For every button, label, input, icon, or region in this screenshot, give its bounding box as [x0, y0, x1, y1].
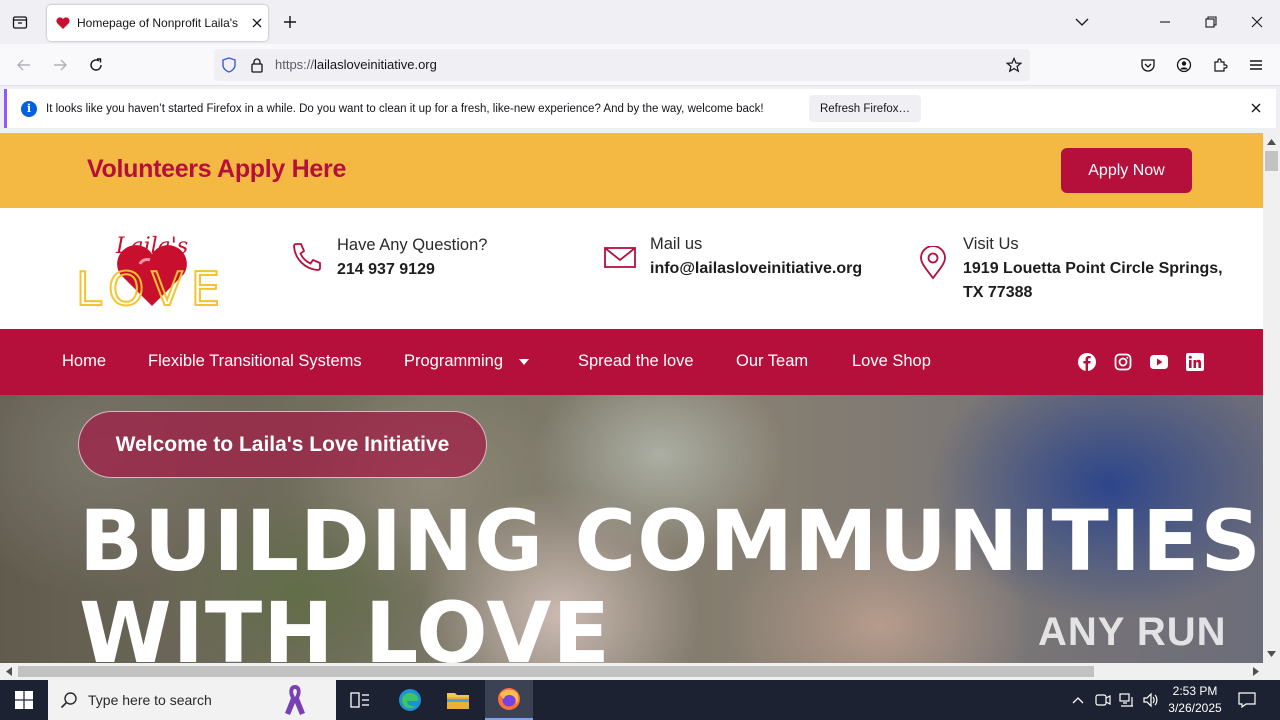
- tab-close-icon[interactable]: [247, 13, 267, 33]
- hamburger-menu-icon[interactable]: [1244, 53, 1268, 77]
- tray-chevron-up-icon[interactable]: [1069, 691, 1087, 709]
- location-pin-icon: [920, 246, 946, 280]
- close-window-icon[interactable]: [1245, 10, 1269, 34]
- linkedin-icon[interactable]: [1185, 352, 1205, 372]
- heart-favicon-icon: [55, 15, 71, 31]
- meet-now-icon[interactable]: [1094, 691, 1112, 709]
- pocket-icon[interactable]: [1136, 53, 1160, 77]
- contact-mail-value[interactable]: info@lailasloveinitiative.org: [650, 257, 862, 281]
- url-bar[interactable]: https://lailasloveinitiative.org: [214, 49, 1030, 81]
- facebook-icon[interactable]: [1077, 352, 1097, 372]
- restore-window-icon[interactable]: [1199, 10, 1223, 34]
- tracking-shield-icon[interactable]: [220, 56, 238, 74]
- info-icon: i: [21, 100, 37, 117]
- contact-phone-value[interactable]: 214 937 9129: [337, 258, 435, 282]
- clock-date: 3/26/2025: [1168, 701, 1222, 715]
- logo-word: LOVE: [76, 262, 228, 310]
- refresh-firefox-button[interactable]: Refresh Firefox…: [809, 95, 921, 122]
- network-icon[interactable]: [1118, 691, 1136, 709]
- main-navigation-menu: Home Flexible Transitional Systems Progr…: [0, 329, 1263, 395]
- volunteer-title: Volunteers Apply Here: [87, 155, 347, 183]
- dropdown-caret-icon: [518, 359, 529, 365]
- search-placeholder: Type here to search: [88, 692, 212, 708]
- contact-address-heading: Visit Us: [963, 235, 1019, 253]
- menu-programming[interactable]: Programming: [404, 352, 530, 371]
- menu-our-team[interactable]: Our Team: [736, 352, 808, 371]
- clock-time: 2:53 PM: [1172, 684, 1218, 698]
- url-protocol: https://: [275, 57, 315, 72]
- navigation-toolbar: https://lailasloveinitiative.org: [0, 44, 1280, 86]
- back-arrow-icon[interactable]: [12, 53, 36, 77]
- contact-mail-heading: Mail us: [650, 235, 703, 253]
- active-tab[interactable]: Homepage of Nonprofit Laila's Love: [47, 5, 268, 41]
- search-icon: [60, 692, 77, 709]
- account-icon[interactable]: [1172, 53, 1196, 77]
- horizontal-scrollbar[interactable]: [0, 663, 1280, 680]
- scroll-up-arrow-icon[interactable]: [1263, 135, 1280, 149]
- edge-browser-icon[interactable]: [386, 680, 434, 720]
- volunteer-banner: Volunteers Apply Here Apply Now: [0, 133, 1263, 208]
- browser-tab-bar: Homepage of Nonprofit Laila's Love: [0, 0, 1280, 44]
- windows-start-icon[interactable]: [0, 680, 48, 720]
- site-logo[interactable]: Laila's LOVE: [72, 228, 232, 317]
- tab-overflow-chevron-icon[interactable]: [1070, 10, 1094, 34]
- vertical-scroll-thumb[interactable]: [1265, 151, 1278, 171]
- file-explorer-icon[interactable]: [434, 680, 482, 720]
- forward-arrow-icon[interactable]: [48, 53, 72, 77]
- tab-title: Homepage of Nonprofit Laila's Love: [77, 16, 241, 30]
- refresh-firefox-notification: i It looks like you haven’t started Fire…: [4, 89, 1276, 128]
- taskbar-search-box[interactable]: Type here to search: [48, 680, 336, 720]
- minimize-icon[interactable]: [1153, 10, 1177, 34]
- bookmark-star-icon[interactable]: [1005, 56, 1023, 74]
- url-text[interactable]: https://lailasloveinitiative.org: [275, 57, 437, 72]
- tab-list-icon[interactable]: [8, 10, 32, 34]
- new-tab-plus-icon[interactable]: [280, 12, 300, 32]
- notification-message: It looks like you haven’t started Firefo…: [46, 102, 764, 115]
- scroll-down-arrow-icon[interactable]: [1263, 647, 1280, 661]
- menu-love-shop[interactable]: Love Shop: [852, 352, 931, 371]
- phone-icon: [293, 243, 321, 271]
- anyrun-watermark: ANY RUN: [1038, 610, 1227, 654]
- task-view-icon[interactable]: [336, 680, 384, 720]
- horizontal-scroll-thumb[interactable]: [18, 666, 1094, 677]
- menu-programming-label: Programming: [404, 352, 504, 370]
- mail-icon: [604, 247, 636, 268]
- url-host: lailasloveinitiative.org: [314, 57, 437, 72]
- menu-home[interactable]: Home: [62, 352, 106, 371]
- menu-flexible-transitional-systems[interactable]: Flexible Transitional Systems: [148, 352, 362, 371]
- welcome-pill: Welcome to Laila's Love Initiative: [78, 411, 487, 478]
- hero-section: Welcome to Laila's Love Initiative BUILD…: [0, 395, 1263, 663]
- contact-address-line1: 1919 Louetta Point Circle Springs,: [963, 260, 1223, 277]
- contact-address-line2: TX 77388: [963, 284, 1033, 301]
- logo-script-text: Laila's: [115, 234, 188, 259]
- scroll-right-arrow-icon[interactable]: [1249, 663, 1263, 680]
- youtube-icon[interactable]: [1149, 352, 1169, 372]
- windows-taskbar: Type here to search 2:53 PM 3/26/2025: [0, 680, 1280, 720]
- hero-headline-line1: BUILDING COMMUNITIES: [79, 492, 1262, 590]
- apply-now-button[interactable]: Apply Now: [1061, 148, 1192, 193]
- awareness-ribbon-icon: [285, 685, 305, 715]
- firefox-taskbar-icon[interactable]: [485, 680, 533, 720]
- reload-icon[interactable]: [84, 53, 108, 77]
- lock-icon[interactable]: [248, 56, 266, 74]
- contact-phone-heading: Have Any Question?: [337, 236, 488, 254]
- close-notification-icon[interactable]: [1248, 100, 1264, 116]
- web-page: Volunteers Apply Here Apply Now Laila's …: [0, 133, 1263, 663]
- instagram-icon[interactable]: [1113, 352, 1133, 372]
- vertical-scrollbar[interactable]: [1263, 133, 1280, 663]
- system-clock[interactable]: 2:53 PM 3/26/2025: [1160, 683, 1230, 717]
- menu-spread-the-love[interactable]: Spread the love: [578, 352, 694, 371]
- contact-info-bar: Laila's LOVE Have Any Question? 214 937 …: [0, 208, 1263, 329]
- scroll-left-arrow-icon[interactable]: [2, 663, 16, 680]
- notification-center-icon[interactable]: [1238, 691, 1256, 709]
- extensions-icon[interactable]: [1208, 53, 1232, 77]
- volume-icon[interactable]: [1142, 691, 1160, 709]
